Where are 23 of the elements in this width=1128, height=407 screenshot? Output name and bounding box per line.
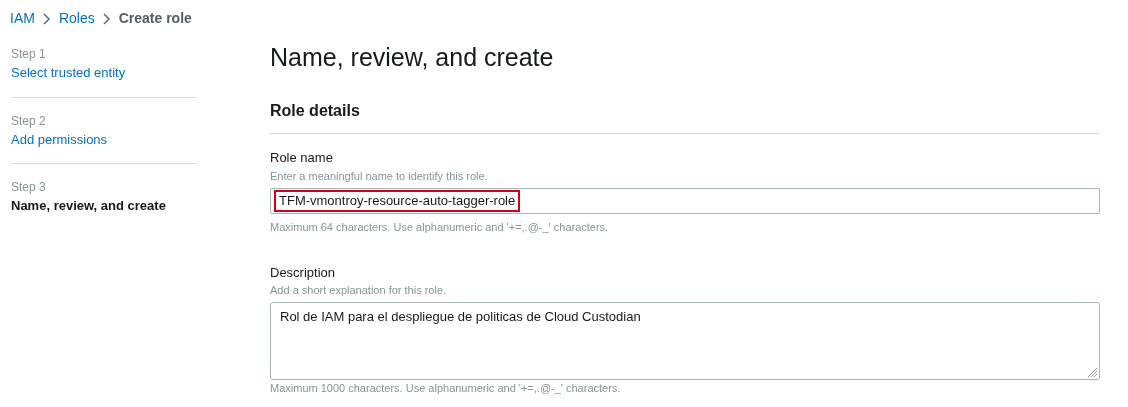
field-label: Role name — [270, 149, 334, 167]
resize-handle-icon[interactable] — [1087, 366, 1097, 377]
breadcrumb-link[interactable]: Roles — [58, 8, 95, 29]
field-label: Description — [270, 263, 337, 282]
chevron-icon — [42, 12, 51, 25]
field-constraint: Maximum 1000 characters. Use alphanumeric and '+=,.@-_' characters. — [270, 381, 622, 395]
description-field[interactable]: Rol de IAM para el despliegue de politicas de Cloud Custodian — [270, 301, 1100, 380]
step-number: Step 3 — [11, 179, 47, 196]
field-constraint: Maximum 64 characters. Use alphanumeric and '+=,.@-_' characters. — [270, 220, 610, 235]
role-name-field[interactable]: TFM-vmontroy-resource-auto-tagger-role — [270, 188, 1100, 214]
section-title: Role details — [270, 99, 1100, 134]
step-link[interactable]: Select trusted entity — [11, 63, 197, 83]
page-title: Name, review, and create — [270, 42, 555, 73]
field-hint: Add a short explanation for this role. — [270, 283, 448, 298]
step-link[interactable]: Name, review, and create — [11, 196, 197, 216]
step-link[interactable]: Add permissions — [11, 129, 197, 149]
step-number: Step 2 — [11, 112, 47, 130]
breadcrumb-link[interactable]: IAM — [10, 8, 35, 29]
chevron-icon — [102, 12, 111, 25]
field-value: TFM-vmontroy-resource-auto-tagger-role — [274, 190, 521, 212]
step-number: Step 1 — [11, 46, 47, 63]
breadcrumb-current: Create role — [118, 9, 192, 28]
field-hint: Enter a meaningful name to identify this role. — [270, 168, 489, 184]
